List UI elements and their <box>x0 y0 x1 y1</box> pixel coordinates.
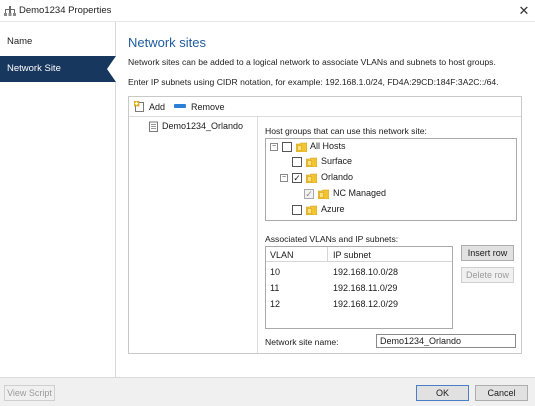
title-bar: Demo1234 Properties ✕ <box>0 0 535 22</box>
vlan-subnet-table: VLAN IP subnet 10 192.168.10.0/28 11 192… <box>265 246 453 329</box>
network-sites-panel: Add Remove Demo1234_Orlando Host groups … <box>128 96 522 354</box>
tree-item-label: Orlando <box>321 172 354 182</box>
sites-toolbar: Add Remove <box>129 97 521 117</box>
vlan-cell[interactable]: 12 <box>270 299 280 309</box>
nc-managed-checkbox: ✓ <box>304 189 314 199</box>
sidebar-item-label: Name <box>7 36 33 47</box>
window-title: Demo1234 Properties <box>19 5 112 16</box>
cancel-button[interactable]: Cancel <box>475 385 528 401</box>
orlando-checkbox[interactable]: ✓ <box>292 173 302 183</box>
all-hosts-checkbox[interactable] <box>282 142 292 152</box>
surface-checkbox[interactable] <box>292 157 302 167</box>
network-site-list: Demo1234_Orlando <box>129 117 258 353</box>
sidebar: Name Network Site <box>0 22 116 377</box>
network-icon <box>4 6 16 16</box>
collapse-icon[interactable]: − <box>280 174 288 182</box>
list-item[interactable]: Demo1234_Orlando <box>135 120 253 134</box>
tree-item-label: Surface <box>321 156 353 166</box>
host-group-folder-icon <box>306 173 317 183</box>
tree-item-nc-managed[interactable]: ✓ NC Managed <box>266 187 516 201</box>
remove-button[interactable]: Remove <box>191 102 225 112</box>
close-icon: ✕ <box>518 3 530 18</box>
site-name-label: Demo1234_Orlando <box>162 121 244 131</box>
collapse-icon[interactable]: − <box>270 143 278 151</box>
host-groups-tree: − All Hosts Surface − ✓ Orlando ✓ NC Man… <box>265 138 517 221</box>
add-button[interactable]: Add <box>149 102 165 112</box>
azure-checkbox[interactable] <box>292 205 302 215</box>
tree-item-label: All Hosts <box>310 141 346 151</box>
sidebar-item-name[interactable]: Name <box>0 29 116 55</box>
host-group-folder-icon <box>306 157 317 167</box>
vlan-cell[interactable]: 11 <box>270 283 279 293</box>
vlans-label: Associated VLANs and IP subnets: <box>265 234 399 244</box>
tree-item-surface[interactable]: Surface <box>266 155 516 169</box>
ip-subnet-cell[interactable]: 192.168.10.0/28 <box>333 267 398 277</box>
site-name-label: Network site name: <box>265 337 339 347</box>
tree-item-orlando[interactable]: − ✓ Orlando <box>266 171 516 185</box>
column-divider[interactable] <box>327 247 328 262</box>
host-groups-label: Host groups that can use this network si… <box>265 126 427 136</box>
network-site-icon <box>149 121 158 132</box>
table-row[interactable]: 11 192.168.11.0/29 <box>266 279 452 295</box>
add-site-icon[interactable] <box>134 101 145 112</box>
host-group-folder-icon <box>306 205 317 215</box>
sidebar-item-label: Network Site <box>7 63 61 74</box>
delete-row-button[interactable]: Delete row <box>461 267 514 283</box>
network-site-name-input[interactable] <box>376 334 516 348</box>
dialog-footer: View Script OK Cancel <box>0 377 535 406</box>
description-text: Network sites can be added to a logical … <box>128 57 496 67</box>
vlan-cell[interactable]: 10 <box>270 267 280 277</box>
table-header: VLAN IP subnet <box>266 247 452 262</box>
main-content: Network sites Network sites can be added… <box>117 22 535 377</box>
host-group-folder-icon <box>318 189 329 199</box>
ip-subnet-cell[interactable]: 192.168.12.0/29 <box>333 299 398 309</box>
table-row[interactable]: 10 192.168.10.0/28 <box>266 263 452 279</box>
sidebar-item-network-site[interactable]: Network Site <box>0 56 116 82</box>
tree-item-azure[interactable]: Azure <box>266 203 516 217</box>
table-row[interactable]: 12 192.168.12.0/29 <box>266 295 452 311</box>
close-button[interactable]: ✕ <box>513 0 535 22</box>
ok-button[interactable]: OK <box>416 385 469 401</box>
tree-item-label: Azure <box>321 204 345 214</box>
selection-arrow-icon <box>107 56 116 82</box>
remove-icon[interactable] <box>174 104 186 108</box>
tree-item-label: NC Managed <box>333 188 387 198</box>
page-title: Network sites <box>128 35 207 50</box>
column-header-ip-subnet[interactable]: IP subnet <box>333 250 371 260</box>
host-group-folder-icon <box>296 142 307 152</box>
tree-item-all-hosts[interactable]: − All Hosts <box>266 140 516 154</box>
column-header-vlan[interactable]: VLAN <box>270 250 294 260</box>
ip-subnet-cell[interactable]: 192.168.11.0/29 <box>333 283 397 293</box>
hint-text: Enter IP subnets using CIDR notation, fo… <box>128 77 499 87</box>
view-script-button[interactable]: View Script <box>4 385 55 401</box>
insert-row-button[interactable]: Insert row <box>461 245 514 261</box>
